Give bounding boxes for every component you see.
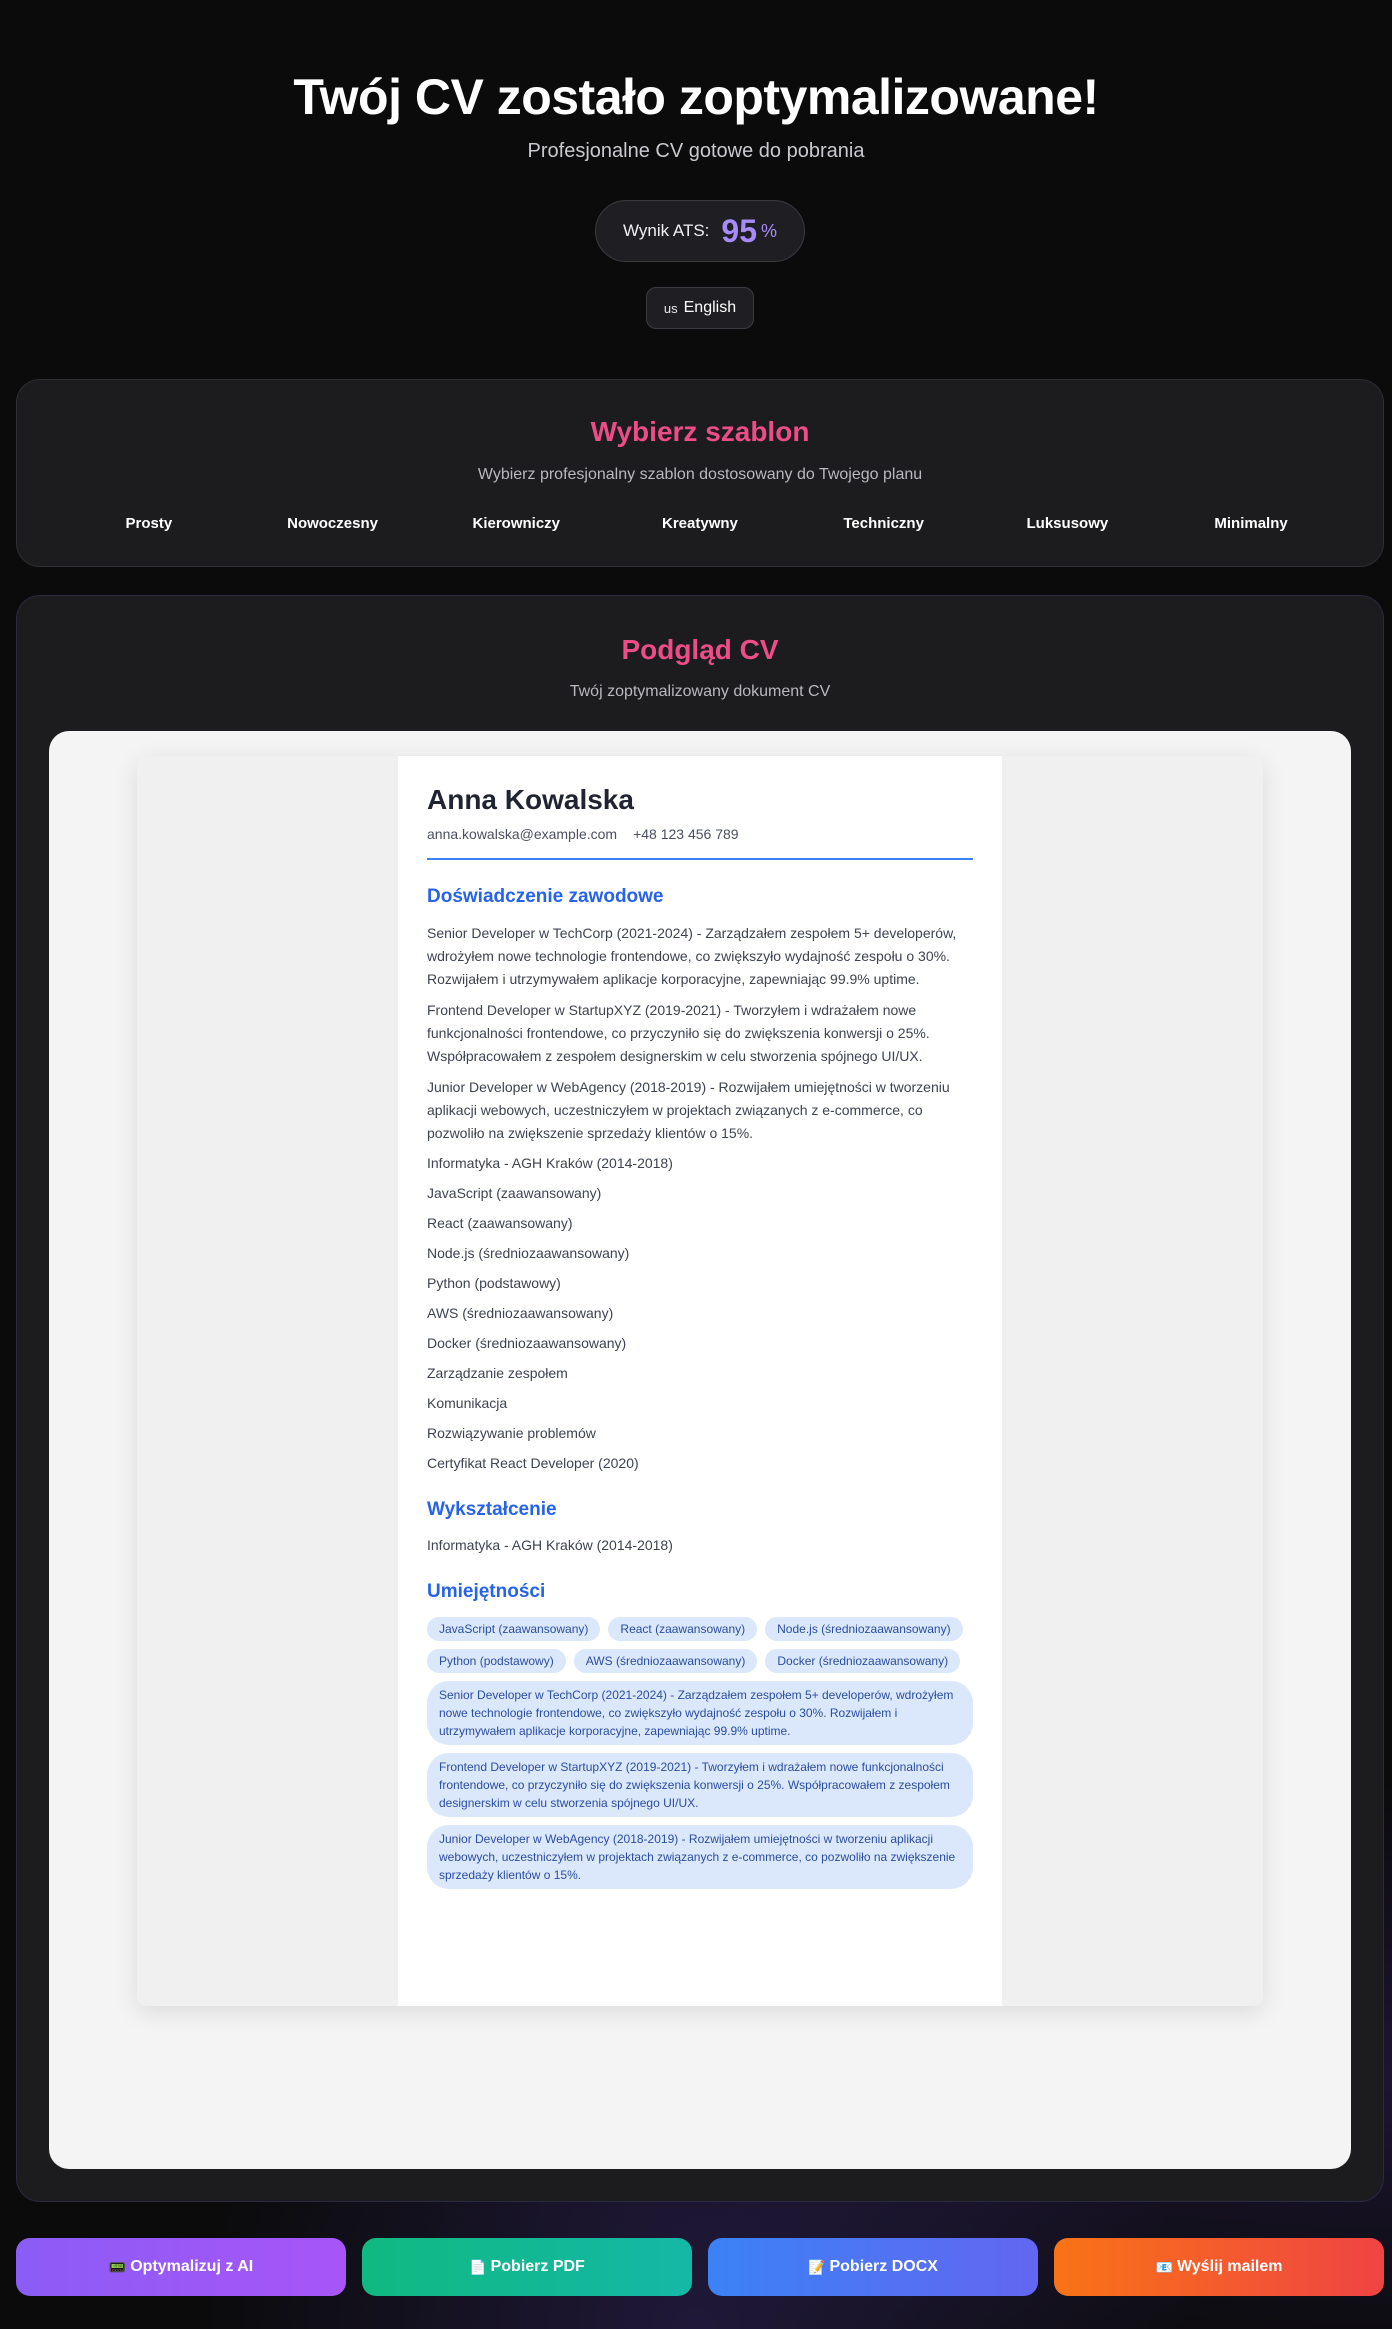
cv-experience-extra: Certyfikat React Developer (2020) [427, 1455, 639, 1471]
template-option-kreatywny[interactable]: Kreatywny [630, 515, 770, 532]
template-option-techniczny[interactable]: Techniczny [814, 515, 954, 532]
us-flag-icon: us [663, 300, 678, 316]
ats-label: Wynik ATS: [622, 221, 710, 240]
cv-education-item: Informatyka - AGH Kraków (2014-2018) [427, 1537, 673, 1553]
template-option-minimalny[interactable]: Minimalny [1181, 515, 1321, 532]
template-option-prosty[interactable]: Prosty [79, 515, 219, 532]
download-pdf-label: Pobierz PDF [490, 2258, 585, 2275]
skill-chip: Senior Developer w TechCorp (2021-2024) … [427, 1681, 973, 1745]
skill-chip: JavaScript (zaawansowany) [427, 1617, 601, 1641]
cv-experience-extra: Informatyka - AGH Kraków (2014-2018) [427, 1155, 673, 1171]
email-icon: 📧 [1155, 2258, 1173, 2275]
cv-email: anna.kowalska@example.com [427, 826, 618, 842]
cv-experience-extra: JavaScript (zaawansowany) [427, 1185, 602, 1201]
cv-phone: +48 123 456 789 [633, 826, 739, 842]
download-docx-button[interactable]: 📝 Pobierz DOCX [708, 2238, 1038, 2296]
preview-panel-subtitle: Twój zoptymalizowany dokument CV [569, 683, 831, 700]
cv-experience-extra: Komunikacja [427, 1395, 508, 1411]
cv-experience-item: Senior Developer w TechCorp (2021-2024) … [427, 925, 957, 987]
template-list: Prosty Nowoczesny Kierowniczy Kreatywny … [17, 515, 1383, 532]
preview-canvas[interactable]: Anna Kowalska anna.kowalska@example.com … [49, 731, 1351, 2169]
cv-skills-title: Umiejętności [427, 1581, 546, 1602]
cv-experience-extra: Zarządzanie zespołem [427, 1365, 568, 1381]
cv-experience-extra: Python (podstawowy) [427, 1275, 561, 1291]
skill-chip: Frontend Developer w StartupXYZ (2019-20… [427, 1753, 973, 1817]
pager-icon: 📟 [108, 2258, 127, 2275]
cv-experience-extra: Node.js (średniozaawansowany) [427, 1245, 630, 1261]
cv-experience-item: Junior Developer w WebAgency (2018-2019)… [427, 1079, 950, 1141]
skill-chip: Junior Developer w WebAgency (2018-2019)… [427, 1825, 973, 1889]
memo-icon: 📝 [808, 2258, 826, 2275]
template-panel-title: Wybierz szablon [590, 416, 810, 447]
send-email-label: Wyślij mailem [1176, 2258, 1283, 2275]
page-title: Twój CV zostało zoptymalizowane! [293, 69, 1099, 125]
skill-chip: Node.js (średniozaawansowany) [765, 1617, 963, 1641]
download-docx-label: Pobierz DOCX [829, 2258, 938, 2275]
optimize-ai-button[interactable]: 📟 Optymalizuj z AI [16, 2238, 346, 2296]
template-option-nowoczesny[interactable]: Nowoczesny [263, 515, 403, 532]
document-frame: Anna Kowalska anna.kowalska@example.com … [137, 756, 1263, 2006]
cv-document: Anna Kowalska anna.kowalska@example.com … [398, 756, 1002, 2006]
document-icon: 📄 [469, 2258, 487, 2275]
cv-experience-extra: React (zaawansowany) [427, 1215, 573, 1231]
skill-chip: Python (podstawowy) [427, 1649, 566, 1673]
skill-chip: AWS (średniozaawansowany) [573, 1649, 758, 1673]
cv-experience-extra: AWS (średniozaawansowany) [427, 1305, 614, 1321]
optimize-ai-label: Optymalizuj z AI [130, 2258, 254, 2275]
action-bar: 📟 Optymalizuj z AI 📄 Pobierz PDF 📝 Pobie… [16, 2238, 1384, 2296]
ats-score-unit: % [761, 220, 778, 241]
page-subtitle: Profesjonalne CV gotowe do pobrania [527, 140, 865, 162]
ats-score-value: 95 [721, 212, 757, 249]
cv-experience-item: Frontend Developer w StartupXYZ (2019-20… [427, 1002, 930, 1064]
template-selector-panel: Wybierz szablon Wybierz profesjonalny sz… [16, 379, 1384, 567]
preview-panel-title: Podgląd CV [621, 634, 779, 665]
download-pdf-button[interactable]: 📄 Pobierz PDF [362, 2238, 692, 2296]
cv-experience-extra: Docker (średniozaawansowany) [427, 1335, 627, 1351]
cv-name: Anna Kowalska [427, 784, 634, 815]
language-toggle-button[interactable]: us English [646, 287, 754, 329]
cv-contact: anna.kowalska@example.com +48 123 456 78… [427, 826, 973, 860]
cv-experience-extra: Rozwiązywanie problemów [427, 1425, 596, 1441]
cv-experience-title: Doświadczenie zawodowe [427, 886, 664, 907]
skill-chip: Docker (średniozaawansowany) [765, 1649, 961, 1673]
language-label: English [683, 299, 737, 316]
skill-chip: React (zaawansowany) [608, 1617, 758, 1641]
send-email-button[interactable]: 📧 Wyślij mailem [1054, 2238, 1384, 2296]
template-option-luksusowy[interactable]: Luksusowy [997, 515, 1137, 532]
cv-preview-panel: Podgląd CV Twój zoptymalizowany dokument… [16, 595, 1384, 2202]
cv-skills-list: JavaScript (zaawansowany) React (zaawans… [427, 1617, 973, 1889]
ats-score-badge: Wynik ATS: 95 % [595, 200, 805, 262]
template-panel-subtitle: Wybierz profesjonalny szablon dostosowan… [477, 466, 923, 483]
template-option-kierowniczy[interactable]: Kierowniczy [446, 515, 586, 532]
cv-education-title: Wykształcenie [427, 1499, 557, 1520]
